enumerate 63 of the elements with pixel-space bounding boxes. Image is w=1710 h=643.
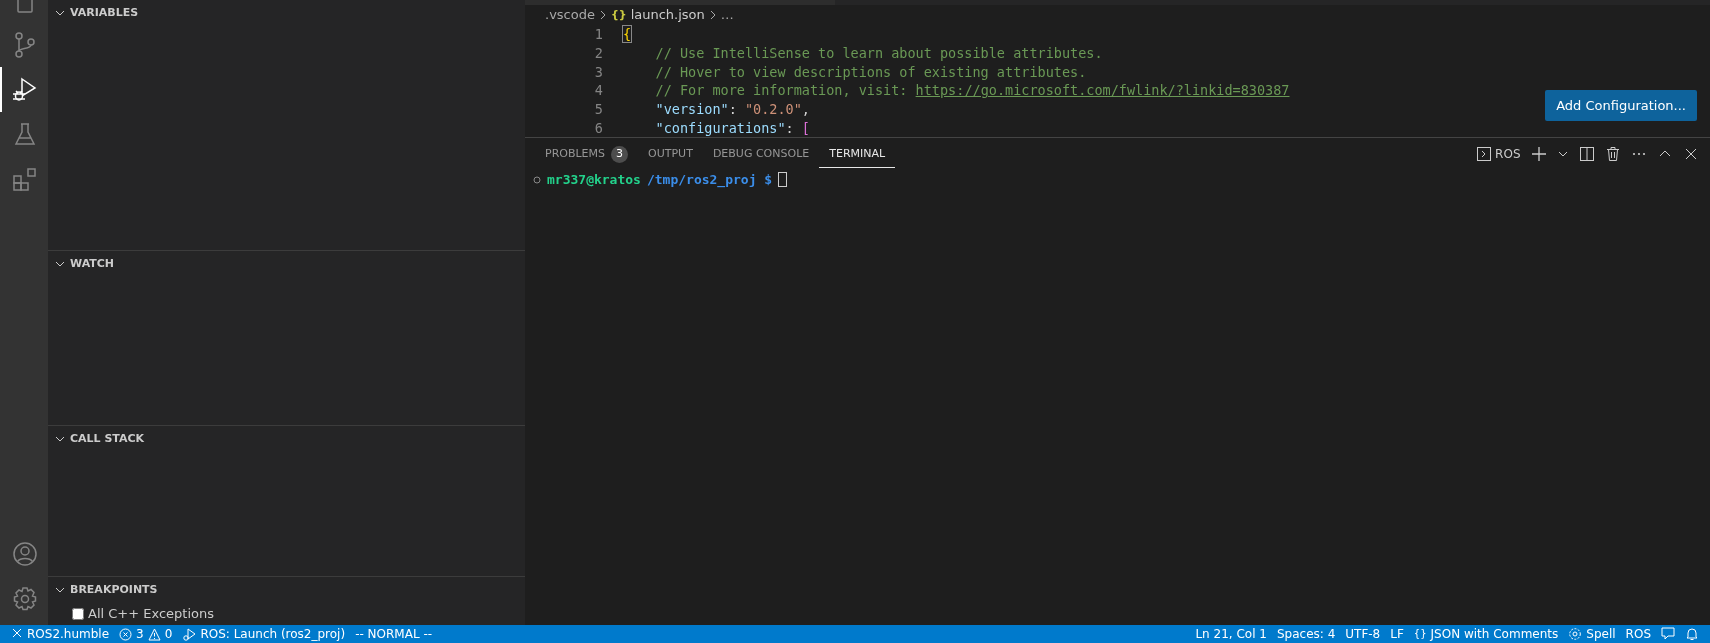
panel-tab[interactable]: TERMINAL: [819, 139, 896, 169]
code-punctuation: :: [785, 120, 795, 136]
status-item[interactable]: Ln 21, Col 1: [1190, 625, 1272, 643]
code-comment: // For more information, visit:: [654, 82, 909, 99]
braces-icon: {}: [1413, 625, 1427, 643]
line-number: 4: [593, 81, 603, 101]
status-item[interactable]: LF: [1385, 625, 1409, 643]
trash-icon[interactable]: [1604, 146, 1621, 162]
breakpoint-label: All C++ Exceptions: [88, 605, 214, 624]
status-item[interactable]: UTF-8: [1340, 625, 1386, 643]
terminal-profile[interactable]: ROS: [1472, 145, 1526, 163]
section-title[interactable]: BREAKPOINTS: [70, 581, 158, 599]
warning-icon: [147, 627, 161, 641]
line-number: 6: [593, 119, 603, 137]
add-configuration-button[interactable]: Add Configuration...: [1545, 89, 1697, 121]
chevron-icon: [598, 9, 607, 21]
gear-icon: [1568, 627, 1583, 641]
line-number: 3: [593, 62, 603, 82]
feedback-icon: [1661, 627, 1675, 641]
section-title[interactable]: VARIABLES: [70, 4, 139, 22]
section-title[interactable]: WATCH: [70, 256, 115, 273]
code-punctuation: ,: [801, 101, 810, 118]
json-string: "0.2.0": [744, 101, 802, 118]
bell-icon: [1685, 627, 1699, 641]
status-item[interactable]: 3 0: [114, 625, 178, 643]
split-icon[interactable]: [1578, 146, 1595, 162]
breadcrumb-folder[interactable]: .vscode: [545, 5, 595, 25]
terminal-icon: [1477, 147, 1492, 161]
json-file-icon: {}: [610, 6, 627, 24]
status-item[interactable]: -- NORMAL --: [350, 625, 438, 643]
line-number: 5: [593, 100, 603, 119]
panel-tab[interactable]: DEBUG CONSOLE: [702, 139, 820, 169]
status-item[interactable]: {} JSON with Comments: [1408, 625, 1564, 643]
panel-tab[interactable]: PROBLEMS 3: [535, 139, 639, 169]
status-item[interactable]: ROS: Launch (ros2_proj): [177, 625, 351, 643]
terminal-user: mr337@kratos: [547, 171, 641, 189]
status-item[interactable]: Spell: [1563, 625, 1621, 643]
status-item[interactable]: ROS2.humble: [6, 625, 115, 643]
json-key: "version": [623, 101, 729, 118]
json-key: "configurations": [623, 120, 786, 136]
checkbox[interactable]: [72, 608, 84, 620]
breadcrumb-file[interactable]: launch.json: [630, 5, 705, 25]
plus-icon[interactable]: [1530, 146, 1547, 162]
run-debug-icon: [182, 627, 197, 641]
terminal-cursor: [778, 172, 788, 188]
code-link[interactable]: https://go.microsoft.com/fwlink/?linkid=830387: [915, 82, 1290, 99]
code-bracket: {: [623, 26, 632, 42]
error-icon: [119, 627, 133, 641]
section-title[interactable]: CALL STACK: [70, 430, 145, 448]
line-number: 1: [593, 25, 603, 44]
panel-tab[interactable]: OUTPUT: [638, 139, 703, 169]
code-comment: // Hover to view descriptions of existing attributes.: [654, 63, 1087, 80]
status-item[interactable]: Spaces: 4: [1271, 625, 1341, 643]
count-badge: 3: [611, 146, 629, 163]
code-punctuation: :: [728, 101, 738, 118]
line-number: 2: [593, 43, 603, 63]
chevron-icon: [708, 9, 717, 21]
breadcrumb-more[interactable]: …: [720, 5, 734, 25]
terminal-path: /tmp/ros2_proj $: [646, 171, 773, 190]
code-comment: // Use IntelliSense to learn about possible attributes.: [654, 44, 1103, 61]
status-item[interactable]: ROS: [1620, 625, 1656, 643]
prompt-marker-icon: [533, 175, 541, 184]
code-bracket: [: [801, 120, 810, 136]
